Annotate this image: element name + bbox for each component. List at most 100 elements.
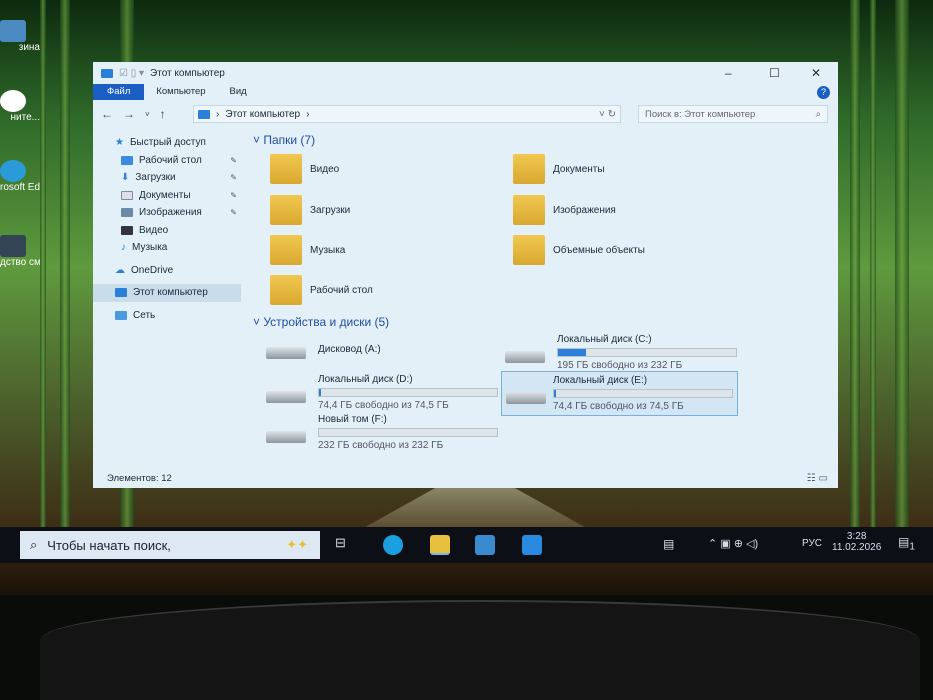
- help-icon[interactable]: ?: [817, 85, 830, 99]
- folder-3d-objects[interactable]: Объемные объекты: [513, 235, 645, 265]
- news-widget-icon[interactable]: ▤: [663, 537, 674, 551]
- document-icon: [121, 190, 133, 200]
- drive-c[interactable]: Локальный диск (C:) 195 ГБ свободно из 23…: [505, 334, 737, 371]
- desktop-icon-edge[interactable]: rosoft Edge: [0, 160, 40, 193]
- drive-usage-bar: [553, 389, 733, 398]
- drive-d[interactable]: Локальный диск (D:) 74,4 ГБ свободно из 7…: [266, 374, 498, 411]
- nav-music[interactable]: ♪ Музыка: [93, 239, 243, 257]
- nav-label: Музыка: [132, 242, 168, 254]
- drive-f[interactable]: Новый том (F:) 232 ГБ свободно из 232 ГБ: [266, 414, 498, 451]
- search-input[interactable]: Поиск в: Этот компьютер ⌕: [638, 105, 828, 123]
- breadcrumb[interactable]: Этот компьютер: [225, 109, 300, 120]
- folder-desktop[interactable]: Рабочий стол: [270, 275, 373, 305]
- close-button[interactable]: ✕: [811, 66, 821, 80]
- desktop-icon[interactable]: дство смот...: [0, 235, 40, 268]
- folder-label: Загрузки: [310, 204, 351, 216]
- folder-music[interactable]: Музыка: [270, 235, 345, 265]
- maximize-button[interactable]: ☐: [769, 66, 780, 80]
- drive-free: 74,4 ГБ свободно из 74,5 ГБ: [318, 400, 449, 411]
- folder-downloads[interactable]: Загрузки: [270, 195, 350, 225]
- folder-documents[interactable]: Документы: [513, 154, 605, 184]
- edge-icon[interactable]: [383, 535, 403, 555]
- language-indicator[interactable]: РУС: [802, 538, 822, 549]
- computer-icon: [198, 109, 210, 119]
- nav-downloads[interactable]: ⬇ Загрузки ✎: [93, 169, 243, 187]
- drive-free: 195 ГБ свободно из 232 ГБ: [557, 360, 683, 371]
- folder-icon: [513, 235, 545, 265]
- address-bar[interactable]: › Этот компьютер › ˅ ↻: [193, 105, 621, 123]
- tab-file[interactable]: Файл: [93, 84, 145, 100]
- quick-access-toolbar-icon[interactable]: ☑ ▯ ▾: [119, 68, 144, 79]
- drive-usage-bar: [318, 428, 498, 437]
- desktop-icon[interactable]: ните...: [0, 90, 40, 123]
- tray-icons[interactable]: ⌃ ▣ ⊕ ◁): [708, 537, 758, 550]
- notifications-icon[interactable]: ▤1: [898, 535, 915, 552]
- nav-documents[interactable]: Документы ✎: [93, 187, 243, 205]
- folder-label: Объемные объекты: [553, 244, 645, 256]
- desktop-icon-label: ните...: [10, 112, 40, 123]
- network-icon: [115, 310, 127, 320]
- desktop-icon-label: rosoft Edge: [0, 182, 40, 193]
- nav-pictures[interactable]: Изображения ✎: [93, 204, 243, 222]
- nav-network[interactable]: Сеть: [93, 307, 243, 325]
- tab-computer[interactable]: Компьютер: [144, 84, 217, 100]
- drives-header[interactable]: ˅ Устройства и диски (5): [253, 315, 389, 329]
- drive-free: 74,4 ГБ свободно из 74,5 ГБ: [553, 401, 684, 412]
- explorer-window: ☑ ▯ ▾ Этот компьютер – ☐ ✕ Файл Компьюте…: [93, 62, 838, 488]
- nav-label: Документы: [139, 189, 191, 201]
- window-title: Этот компьютер: [150, 67, 225, 79]
- nav-quick-access[interactable]: ★ Быстрый доступ: [93, 134, 243, 152]
- folder-icon: [270, 195, 302, 225]
- taskbar: ⌕ Чтобы начать поиск, ✦✦ ⊟ ▤ ⌃ ▣ ⊕ ◁) РУС …: [0, 527, 933, 563]
- sparkle-icon: ✦✦: [286, 537, 308, 552]
- road: [360, 485, 590, 530]
- drive-e[interactable]: Локальный диск (E:) 74,4 ГБ свободно из 7…: [501, 371, 738, 416]
- pin-icon: ✎: [230, 208, 237, 218]
- usage-fill: [558, 349, 587, 356]
- store-icon[interactable]: [475, 535, 495, 555]
- folder-label: Рабочий стол: [310, 284, 373, 296]
- folder-pictures[interactable]: Изображения: [513, 195, 616, 225]
- clock[interactable]: 3:28 11.02.2026: [832, 531, 881, 553]
- tab-view[interactable]: Вид: [218, 84, 259, 100]
- refresh-icon[interactable]: ˅ ↻: [599, 109, 616, 120]
- star-icon: ★: [115, 137, 124, 149]
- status-bar: Элементов: 12: [107, 473, 172, 484]
- ribbon-tabs: Файл Компьютер Вид ?: [93, 84, 838, 100]
- drive-label: Локальный диск (E:): [553, 375, 648, 386]
- folder-icon: [270, 154, 302, 184]
- desktop-icon-label: дство смот...: [0, 257, 40, 268]
- folder-label: Документы: [553, 163, 605, 175]
- nav-this-pc[interactable]: Этот компьютер: [93, 284, 241, 302]
- nav-onedrive[interactable]: ☁ OneDrive: [93, 262, 243, 280]
- folders-header[interactable]: ˅ Папки (7): [253, 133, 315, 147]
- folder-videos[interactable]: Видео: [270, 154, 339, 184]
- mail-icon[interactable]: [522, 535, 542, 555]
- minimize-button[interactable]: –: [725, 66, 732, 80]
- view-toggle-icons[interactable]: ☷ ▭: [807, 473, 828, 484]
- floppy-drive-icon: [266, 337, 310, 361]
- task-view-icon[interactable]: ⊟: [335, 535, 355, 555]
- video-icon: [121, 225, 133, 235]
- search-placeholder: Поиск в: Этот компьютер: [645, 108, 756, 120]
- forward-button[interactable]: →: [123, 107, 135, 121]
- desktop-icon-label: зина: [18, 42, 40, 53]
- desktop-icon-recycle[interactable]: зина: [0, 20, 40, 53]
- drive-a[interactable]: Дисковод (A:): [266, 337, 381, 361]
- computer-icon: [101, 68, 113, 78]
- nav-label: Видео: [139, 224, 169, 236]
- recent-dropdown[interactable]: ˅: [145, 110, 150, 119]
- folder-icon: [270, 235, 302, 265]
- nav-videos[interactable]: Видео: [93, 222, 243, 240]
- taskbar-search[interactable]: ⌕ Чтобы начать поиск, ✦✦: [20, 531, 320, 559]
- section-title: Папки (7): [263, 133, 316, 147]
- folder-icon: [270, 275, 302, 305]
- back-button[interactable]: ←: [101, 107, 113, 121]
- up-button[interactable]: ↑: [160, 107, 166, 121]
- drive-label: Дисковод (A:): [318, 343, 381, 355]
- file-explorer-icon[interactable]: [430, 535, 450, 555]
- date: 11.02.2026: [832, 542, 882, 553]
- folder-label: Видео: [310, 163, 340, 175]
- nav-desktop[interactable]: Рабочий стол ✎: [93, 152, 243, 170]
- desktop-icon: [121, 155, 133, 165]
